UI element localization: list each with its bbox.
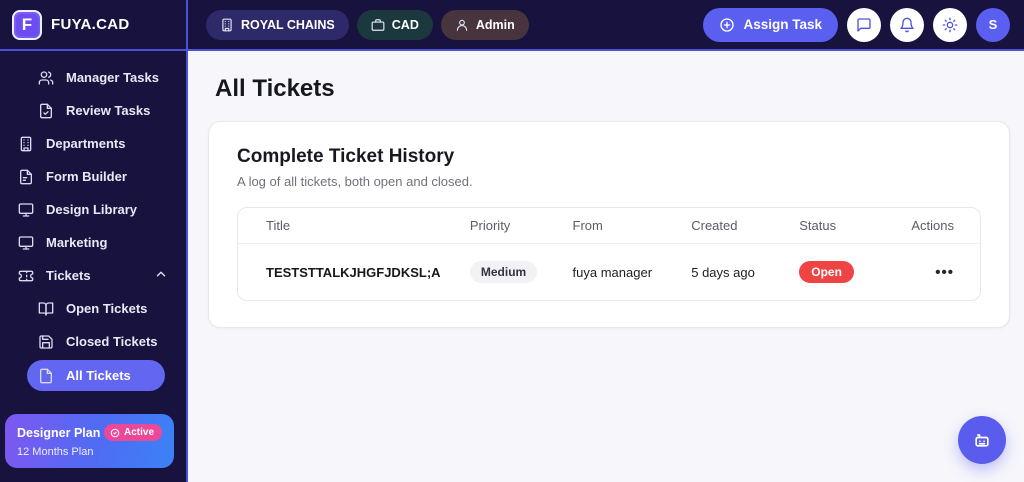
chevron-up-icon[interactable] [154,267,168,284]
sidebar-item-closed-tickets[interactable]: Closed Tickets [6,325,180,358]
building-icon [222,18,232,31]
sidebar-item-label: Closed Tickets [66,334,158,349]
sidebar-item-label: Review Tasks [66,103,151,118]
right-column: ROYAL CHAINS CAD Admin Assign Task S All… [188,0,1024,482]
tickets-table: Title Priority From Created Status Actio… [238,208,980,300]
ticket-icon [18,270,34,281]
brand-name: FUYA.CAD [51,16,130,33]
sidebar-item-label: Manager Tasks [66,70,159,85]
file-check-icon [40,103,52,118]
role-badge[interactable]: Admin [440,9,529,40]
plus-circle-icon [720,17,735,32]
sidebar-item-departments[interactable]: Departments [6,127,180,160]
sidebar-nav: Manager Tasks Review Tasks Departments F… [0,51,186,408]
card-title: Complete Ticket History [237,146,455,167]
plan-status-badge: Active [103,424,162,441]
user-avatar[interactable]: S [976,7,1010,42]
ticket-from: fuya manager [572,264,653,280]
users-icon [38,70,54,85]
sidebar: F FUYA.CAD Manager Tasks Review Tasks De… [0,0,188,482]
sidebar-item-form-builder[interactable]: Form Builder [6,160,180,193]
building-icon [20,136,32,151]
card-subtitle: A log of all tickets, both open and clos… [237,174,473,189]
ticket-title: TESTSTTALKJHGFJDKSL;A [266,264,441,280]
ticket-created: 5 days ago [691,264,755,280]
monitor-icon [18,202,34,217]
brand-header: F FUYA.CAD [0,0,186,51]
sidebar-item-label: Form Builder [46,169,127,184]
sidebar-item-label: Tickets [46,268,91,283]
topbar-actions: Assign Task S [703,7,1010,42]
column-header-title: Title [238,208,460,244]
ticket-history-card: Complete Ticket History A log of all tic… [208,121,1010,328]
tickets-table-container: Title Priority From Created Status Actio… [237,207,981,301]
sidebar-item-all-tickets[interactable]: All Tickets [27,360,165,391]
file-icon [40,368,52,383]
sidebar-item-review-tasks[interactable]: Review Tasks [6,94,180,127]
archive-icon [39,334,53,349]
sidebar-item-label: Design Library [46,202,138,217]
monitor-icon [18,235,34,250]
workspace-badge-label: CAD [391,17,419,32]
more-options-icon[interactable]: ••• [935,264,954,281]
sidebar-item-tickets[interactable]: Tickets [6,259,180,292]
user-icon [456,19,468,31]
brand-logo-letter: F [16,13,38,36]
column-header-status: Status [789,208,902,244]
app-window: F FUYA.CAD Manager Tasks Review Tasks De… [0,0,1024,482]
check-circle-icon [110,428,120,437]
book-open-icon [38,301,54,316]
table-header-row: Title Priority From Created Status Actio… [238,208,980,244]
message-square-icon [857,17,871,32]
bot-icon [975,434,989,447]
assign-task-label: Assign Task [743,17,822,32]
org-badge-label: ROYAL CHAINS [241,17,335,32]
sidebar-item-design-library[interactable]: Design Library [6,193,180,226]
org-badge[interactable]: ROYAL CHAINS [206,9,349,40]
plan-badge-label: Active [123,427,154,438]
sidebar-item-manager-tasks[interactable]: Manager Tasks [6,61,180,94]
status-badge: Open [799,261,854,283]
role-badge-label: Admin [475,17,515,32]
brand-logo-icon: F [12,9,42,40]
priority-badge: Medium [469,261,538,283]
workspace-badge[interactable]: CAD [356,9,433,40]
page-title: All Tickets [215,75,335,102]
messages-button[interactable] [847,7,881,42]
sidebar-item-marketing[interactable]: Marketing [6,226,180,259]
column-header-created: Created [681,208,790,244]
plan-subtitle: 12 Months Plan [17,446,94,458]
sidebar-item-open-tickets[interactable]: Open Tickets [6,292,180,325]
plan-card[interactable]: Designer Plan Active 12 Months Plan [5,414,174,468]
briefcase-icon [371,18,385,31]
sun-icon [942,17,958,32]
notifications-button[interactable] [890,7,924,42]
bell-icon [900,17,914,32]
sidebar-item-label: Departments [46,136,126,151]
form-file-icon [20,169,32,184]
column-header-actions: Actions [901,208,980,244]
sidebar-item-label: Marketing [46,235,108,250]
column-header-from: From [562,208,682,244]
topbar: ROYAL CHAINS CAD Admin Assign Task S [188,0,1024,51]
sidebar-item-label: Open Tickets [66,301,148,316]
sidebar-item-label: All Tickets [66,368,131,383]
main-content: All Tickets Complete Ticket History A lo… [188,51,1024,482]
theme-toggle-button[interactable] [933,7,967,42]
assign-task-button[interactable]: Assign Task [703,7,838,42]
column-header-priority: Priority [459,208,563,244]
table-row[interactable]: TESTSTTALKJHGFJDKSL;A Medium fuya manage… [238,244,980,301]
chatbot-fab-button[interactable] [958,416,1006,464]
plan-title: Designer Plan [17,425,101,440]
